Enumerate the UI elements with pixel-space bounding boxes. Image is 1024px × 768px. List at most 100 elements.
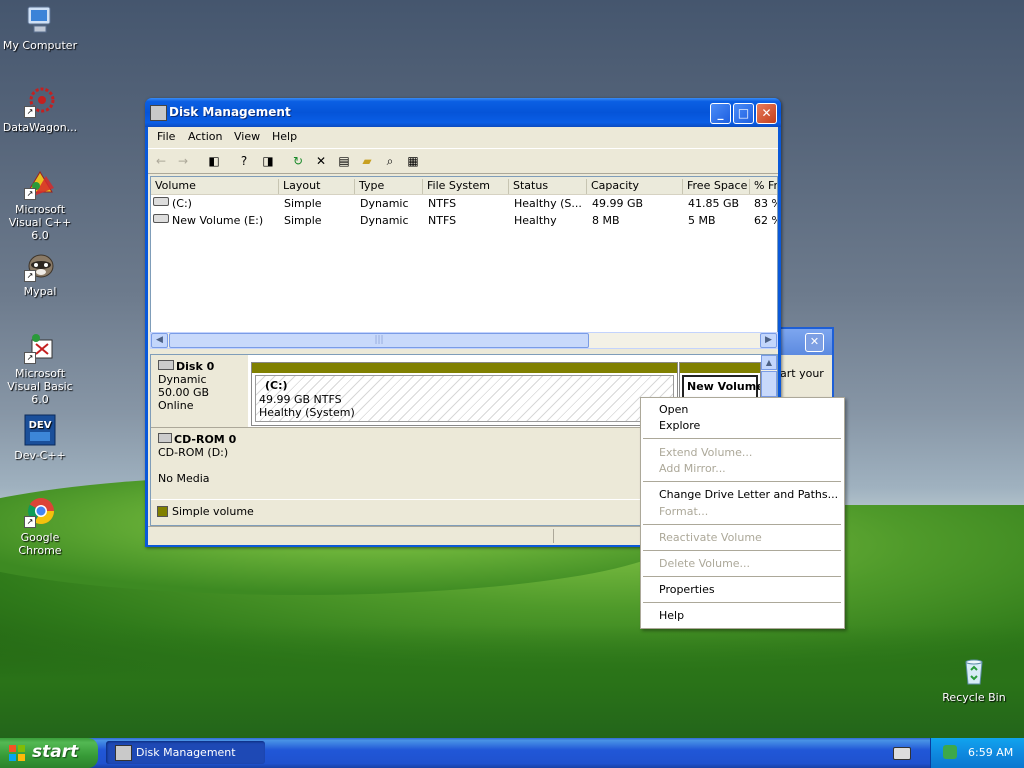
cdrom-0-info[interactable]: CD-ROM 0 CD-ROM (D:) No Media (151, 428, 248, 499)
properties-icon[interactable]: ▤ (336, 153, 352, 169)
menu-file[interactable]: File (157, 130, 175, 143)
layout-cell: Simple (284, 214, 322, 227)
close-button[interactable]: ✕ (756, 103, 777, 124)
menu-view[interactable]: View (234, 130, 260, 143)
maximize-icon: □ (737, 106, 750, 120)
partition-c-size: 49.99 GB NTFS (259, 393, 342, 406)
datawagon-icon: ↗ (24, 86, 56, 118)
window-title: Disk Management (169, 105, 291, 119)
column-header-file-system[interactable]: File System (423, 179, 509, 194)
scroll-up-button[interactable]: ▲ (761, 355, 777, 370)
column-header-type[interactable]: Type (355, 179, 423, 194)
free-space-cell: 5 MB (688, 214, 716, 227)
partition-e-color-bar (680, 363, 760, 373)
show-hide-tree-icon[interactable]: ◧ (206, 153, 222, 169)
mypal-icon: ↗ (24, 250, 56, 282)
desktop-icon-dev-cpp[interactable]: DEV Dev-C++ (0, 414, 80, 462)
column-header-free-space[interactable]: Free Space (683, 179, 750, 194)
menu-item-reactivate-volume[interactable]: Reactivate Volume (659, 531, 762, 544)
help-topics-icon[interactable]: ? (236, 153, 252, 169)
settings-icon[interactable]: ▦ (405, 153, 421, 169)
background-dialog-titlebar[interactable]: ✕ (780, 329, 832, 355)
drive-icon (153, 197, 169, 206)
disk-0-title: Disk 0 (158, 360, 248, 373)
shortcut-arrow-icon: ↗ (24, 516, 36, 528)
desktop-icon-google-chrome[interactable]: ↗ Google Chrome (0, 496, 80, 557)
maximize-button[interactable]: □ (733, 103, 754, 124)
status-divider (553, 529, 554, 543)
desktop-icon-my-computer[interactable]: My Computer (0, 4, 80, 52)
forward-arrow-icon[interactable]: → (175, 153, 191, 169)
capacity-cell: 8 MB (592, 214, 620, 227)
desktop-icon-label: Mypal (23, 285, 57, 298)
cd-drive-icon (158, 433, 172, 443)
desktop-icon-label: Dev-C++ (14, 449, 66, 462)
column-header-status[interactable]: Status (509, 179, 587, 194)
menu-item-add-mirror[interactable]: Add Mirror... (659, 462, 726, 475)
cdrom-0-title: CD-ROM 0 (158, 433, 248, 446)
dev-cpp-icon: DEV (24, 414, 56, 446)
volume-name: (C:) (172, 197, 192, 210)
search-icon[interactable]: ⌕ (382, 153, 398, 169)
console-pane-icon[interactable]: ◨ (260, 153, 276, 169)
menu-item-properties[interactable]: Properties (659, 583, 715, 596)
horizontal-scrollbar[interactable]: ◀ ||| ▶ (150, 332, 778, 349)
network-icon[interactable] (943, 745, 957, 759)
capacity-cell: 49.99 GB (592, 197, 644, 210)
free-space-cell: 41.85 GB (688, 197, 740, 210)
back-arrow-icon[interactable]: ← (153, 153, 169, 169)
windows-logo-icon (9, 745, 25, 761)
menu-separator (643, 481, 841, 482)
menu-item-open[interactable]: Open (659, 403, 688, 416)
desktop-icon-recycle-bin[interactable]: Recycle Bin (934, 656, 1014, 704)
menu-separator (643, 602, 841, 603)
window-titlebar[interactable]: Disk Management _ □ ✕ (145, 98, 781, 127)
table-row[interactable]: New Volume (E:) Simple Dynamic NTFS Heal… (151, 212, 777, 229)
minimize-button[interactable]: _ (710, 103, 731, 124)
taskbar: start Disk Management 6:59 AM (0, 738, 1024, 768)
desktop-icon-visual-basic[interactable]: ↗ Microsoft Visual Basic 6.0 (0, 332, 80, 406)
column-header-percent-free[interactable]: % Fr (750, 179, 777, 194)
desktop-icon-label: Microsoft Visual Basic 6.0 (7, 367, 73, 406)
delete-icon[interactable]: ✕ (313, 153, 329, 169)
open-folder-icon[interactable]: ▰ (359, 153, 375, 169)
table-row[interactable]: (C:) Simple Dynamic NTFS Healthy (S... 4… (151, 195, 777, 212)
close-icon[interactable]: ✕ (805, 333, 824, 352)
refresh-icon[interactable]: ↻ (290, 153, 306, 169)
keyboard-icon[interactable] (893, 747, 911, 760)
clock[interactable]: 6:59 AM (968, 746, 1013, 759)
column-header-layout[interactable]: Layout (279, 179, 355, 194)
scroll-thumb[interactable]: ||| (169, 333, 589, 348)
desktop-icon-visual-cpp[interactable]: ↗ Microsoft Visual C++ 6.0 (0, 168, 80, 242)
menu-bar: File Action View Help (148, 127, 778, 147)
scroll-left-button[interactable]: ◀ (151, 333, 168, 348)
close-icon: ✕ (761, 106, 772, 120)
chrome-icon: ↗ (24, 496, 56, 528)
menu-action[interactable]: Action (188, 130, 222, 143)
taskbar-button-disk-management[interactable]: Disk Management (106, 741, 265, 764)
menu-item-change-drive-letter[interactable]: Change Drive Letter and Paths... (659, 488, 838, 501)
start-button[interactable]: start (0, 738, 98, 768)
disk-0-info[interactable]: Disk 0 Dynamic 50.00 GB Online (151, 355, 248, 427)
volume-cell: New Volume (E:) (153, 214, 263, 227)
vertical-scroll-thumb[interactable] (761, 371, 777, 397)
menu-item-help[interactable]: Help (659, 609, 684, 622)
partition-c[interactable]: (C:) 49.99 GB NTFS Healthy (System) (251, 362, 678, 426)
menu-item-extend-volume[interactable]: Extend Volume... (659, 446, 752, 459)
volume-list[interactable]: Volume Layout Type File System Status Ca… (150, 176, 778, 333)
menu-item-delete-volume[interactable]: Delete Volume... (659, 557, 750, 570)
visual-cpp-icon: ↗ (24, 168, 56, 200)
menu-item-explore[interactable]: Explore (659, 419, 700, 432)
scroll-right-button[interactable]: ▶ (760, 333, 777, 348)
taskbar-button-label: Disk Management (136, 746, 236, 759)
percent-free-cell: 62 % (754, 214, 777, 227)
menu-help[interactable]: Help (272, 130, 297, 143)
desktop-icon-mypal[interactable]: ↗ Mypal (0, 250, 80, 298)
menu-item-format[interactable]: Format... (659, 505, 708, 518)
column-header-volume[interactable]: Volume (151, 179, 279, 194)
vertical-scrollbar[interactable]: ▲ (761, 355, 777, 397)
column-header-capacity[interactable]: Capacity (587, 179, 683, 194)
recycle-bin-icon (958, 656, 990, 688)
legend-label: Simple volume (172, 505, 254, 518)
desktop-icon-datawagon[interactable]: ↗ DataWagon... (0, 86, 80, 134)
